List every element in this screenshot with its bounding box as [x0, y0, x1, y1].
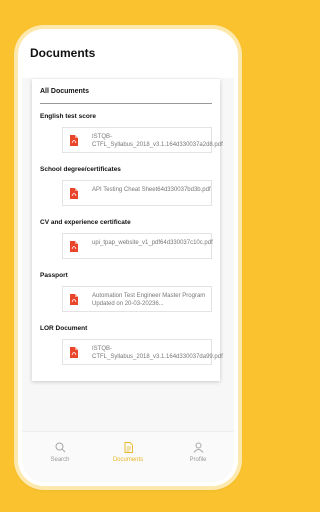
document-item[interactable]: ISTQB-CTFL_Syllabus_2018_v3.1.164d330037… [62, 339, 223, 365]
documents-card: All Documents English test score ISTQB-C… [32, 79, 223, 381]
group-title: School degree/certificates [40, 166, 121, 173]
document-item[interactable]: API Testing Cheat Sheet64d330037bd3b.pdf [62, 180, 212, 206]
nav-label: Profile [189, 457, 207, 463]
group-title: LOR Document [40, 325, 88, 332]
nav-profile[interactable]: Profile [168, 442, 228, 463]
pdf-icon [70, 241, 78, 252]
section-divider [40, 103, 212, 104]
nav-search[interactable]: Search [30, 442, 90, 463]
nav-label: Search [50, 457, 70, 463]
document-item[interactable]: upi_tpap_website_v1_pdf64d330037c10c.pdf [62, 233, 213, 259]
document-item[interactable]: Automation Test Engineer Master Program … [62, 286, 212, 312]
pdf-icon [70, 347, 78, 358]
search-icon [55, 442, 65, 453]
pdf-icon [70, 135, 78, 146]
document-name: ISTQB-CTFL_Syllabus_2018_v3.1.164d330037… [92, 346, 223, 360]
document-name: ISTQB-CTFL_Syllabus_2018_v3.1.164d330037… [92, 134, 223, 148]
section-title: All Documents [40, 88, 90, 95]
pdf-icon [70, 188, 78, 199]
profile-icon [193, 442, 203, 453]
group-title: Passport [40, 272, 68, 279]
pdf-icon [70, 294, 78, 305]
bottom-navigation: Search Documents Profile [22, 431, 234, 482]
document-item[interactable]: ISTQB-CTFL_Syllabus_2018_v3.1.164d330037… [62, 127, 223, 153]
page-title: Documents [30, 46, 96, 60]
group-title: English test score [40, 113, 96, 120]
group-title: CV and experience certificate [40, 219, 131, 226]
document-name: upi_tpap_website_v1_pdf64d330037c10c.pdf [92, 240, 213, 246]
document-name: Automation Test Engineer Master Program … [92, 293, 206, 307]
document-name: API Testing Cheat Sheet64d330037bd3b.pdf [92, 187, 211, 193]
app-header: Documents [22, 33, 234, 78]
documents-icon [124, 442, 133, 453]
nav-label: Documents [112, 457, 144, 463]
nav-documents[interactable]: Documents [98, 442, 158, 463]
phone-frame: Documents All Documents English test sco… [18, 29, 238, 486]
app-screen: Documents All Documents English test sco… [22, 33, 234, 482]
